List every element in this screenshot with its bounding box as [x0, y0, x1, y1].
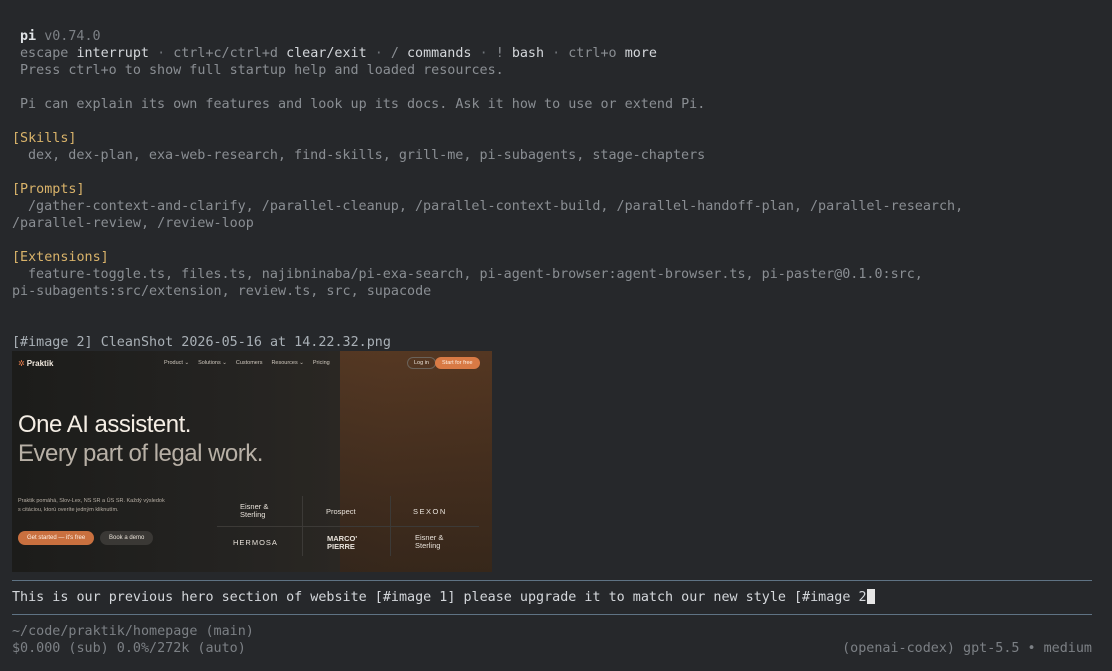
- hero-logo: ✲ Praktik: [18, 359, 53, 368]
- brand-logo: Prospect: [326, 507, 356, 516]
- hero-headline-1: One AI assistent.: [18, 411, 191, 438]
- shortcut-key: /: [390, 46, 399, 61]
- hero-cta-secondary: Book a demo: [100, 531, 154, 545]
- prompt-input[interactable]: This is our previous hero section of web…: [12, 589, 875, 606]
- shortcut-key: !: [495, 46, 504, 61]
- shortcut-key: ctrl+c/ctrl+d: [173, 46, 278, 61]
- brand-logo: Eisner & Sterling: [415, 533, 444, 550]
- hero-nav-item: Resources ⌄: [271, 360, 304, 366]
- extensions-list-line1: feature-toggle.ts, files.ts, najibninaba…: [28, 267, 923, 282]
- brand-logo: SEXON: [413, 507, 447, 516]
- app-header: pi v0.74.0: [20, 28, 101, 45]
- hero-nav-item: Customers: [235, 360, 263, 366]
- shortcut-label: bash: [511, 46, 545, 61]
- input-top-border: [12, 580, 1092, 581]
- separator: ·: [157, 46, 166, 61]
- attachment-label: [#image 2] CleanShot 2026-05-16 at 14.22…: [12, 334, 391, 351]
- hero-nav-item: Product ⌄: [164, 360, 190, 366]
- brand-logo: HERMOSA: [233, 538, 278, 547]
- skills-list: dex, dex-plan, exa-web-research, find-sk…: [28, 148, 706, 163]
- shortcut-label: clear/exit: [286, 46, 367, 61]
- footer-path: ~/code/praktik/homepage (main): [12, 624, 254, 639]
- intro-text: Pi can explain its own features and look…: [20, 97, 706, 112]
- hero-start-button: Start for free: [435, 357, 480, 369]
- prompts-list-line1: /gather-context-and-clarify, /parallel-c…: [28, 199, 964, 214]
- brand-logo: MARCO' PIERRE: [327, 534, 358, 551]
- extensions-header: [Extensions]: [12, 250, 109, 265]
- separator: ·: [479, 46, 488, 61]
- shortcut-label: interrupt: [76, 46, 149, 61]
- separator: ·: [374, 46, 383, 61]
- hero-cta-primary: Get started — it's free: [18, 531, 95, 545]
- logo-mark-icon: ✲: [18, 359, 25, 368]
- help-hint: Press ctrl+o to show full startup help a…: [20, 63, 504, 78]
- footer-model: (openai-codex) gpt-5.5 • medium: [842, 641, 1092, 656]
- hero-nav: Product ⌄ Solutions ⌄ Customers Resources ⌄…: [164, 360, 339, 366]
- extensions-list-line2: pi-subagents:src/extension, review.ts, s…: [12, 284, 432, 299]
- prompt-input-text: This is our previous hero section of web…: [12, 590, 867, 605]
- attachment-tag: [#image 2]: [12, 335, 93, 350]
- separator: ·: [552, 46, 561, 61]
- attachment-filename: CleanShot 2026-05-16 at 14.22.32.png: [100, 335, 391, 350]
- shortcut-bar: escape interrupt · ctrl+c/ctrl+d clear/e…: [20, 45, 657, 62]
- hero-nav-item: Pricing: [312, 360, 330, 366]
- input-bottom-border: [12, 614, 1092, 615]
- shortcut-key: ctrl+o: [568, 46, 617, 61]
- hero-login-button: Log in: [407, 357, 436, 369]
- brand-logo: Eisner & Sterling: [240, 502, 269, 519]
- skills-header: [Skills]: [12, 131, 77, 146]
- app-version: v0.74.0: [44, 29, 101, 44]
- prompts-header: [Prompts]: [12, 182, 85, 197]
- shortcut-label: commands: [407, 46, 472, 61]
- logo-grid-divider: [390, 496, 391, 556]
- app-name: pi: [20, 29, 37, 44]
- footer-usage: $0.000 (sub) 0.0%/272k (auto): [12, 641, 246, 656]
- attachment-image-preview: ✲ Praktik Product ⌄ Solutions ⌄ Customers Re…: [12, 351, 492, 572]
- hero-subtext: Praktik pomáhá, Slov-Lex, NS SR a ÚS SR.…: [18, 498, 165, 513]
- hero-headline-2: Every part of legal work.: [18, 440, 263, 467]
- shortcut-label: more: [624, 46, 657, 61]
- text-cursor: [866, 589, 875, 604]
- hero-nav-item: Solutions ⌄: [198, 360, 227, 366]
- logo-grid-divider: [302, 496, 303, 556]
- prompts-list-line2: /parallel-review, /review-loop: [12, 216, 254, 231]
- logo-text: Praktik: [26, 359, 54, 368]
- shortcut-key: escape: [20, 46, 69, 61]
- logo-grid-divider: [217, 526, 479, 527]
